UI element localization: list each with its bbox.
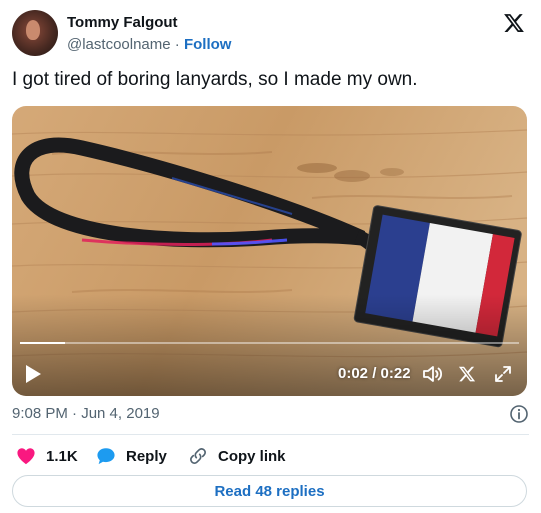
- reply-bubble-icon: [97, 448, 115, 465]
- avatar[interactable]: [12, 10, 58, 56]
- x-logo-icon[interactable]: [503, 12, 525, 34]
- like-button[interactable]: 1.1K: [16, 446, 78, 466]
- video-player[interactable]: 0:02 / 0:22: [12, 106, 527, 396]
- heart-icon: [17, 448, 35, 465]
- video-progress-track[interactable]: [20, 342, 519, 344]
- author-handle-line: @lastcoolname · Follow: [67, 36, 231, 53]
- tweet-timestamp[interactable]: 9:08 PM · Jun 4, 2019: [12, 405, 160, 422]
- avatar-face: [26, 20, 40, 40]
- info-icon[interactable]: [509, 404, 529, 424]
- author-name[interactable]: Tommy Falgout: [67, 14, 178, 31]
- read-replies-button[interactable]: Read 48 replies: [12, 475, 527, 507]
- follow-button[interactable]: Follow: [184, 36, 232, 53]
- action-bar: 1.1K Reply Copy link: [12, 446, 529, 466]
- video-frame: [12, 106, 527, 396]
- x-watermark-icon[interactable]: [458, 365, 476, 383]
- link-icon: [190, 448, 206, 464]
- tweet-header: Tommy Falgout @lastcoolname · Follow: [12, 10, 529, 58]
- play-icon[interactable]: [24, 364, 42, 384]
- reply-button[interactable]: Reply: [96, 446, 167, 466]
- divider: [12, 434, 529, 435]
- author-handle[interactable]: @lastcoolname: [67, 36, 171, 53]
- volume-icon[interactable]: [422, 364, 444, 384]
- like-count: 1.1K: [46, 447, 78, 465]
- tweet-text: I got tired of boring lanyards, so I mad…: [12, 69, 418, 90]
- expand-icon[interactable]: [494, 365, 512, 383]
- handle-separator: ·: [174, 36, 180, 53]
- read-replies-label: Read 48 replies: [214, 482, 325, 500]
- copy-link-label: Copy link: [218, 447, 286, 465]
- reply-label: Reply: [126, 447, 167, 465]
- copy-link-button[interactable]: Copy link: [188, 446, 286, 466]
- video-time: 0:02 / 0:22: [338, 365, 411, 382]
- video-progress-fill: [20, 342, 65, 344]
